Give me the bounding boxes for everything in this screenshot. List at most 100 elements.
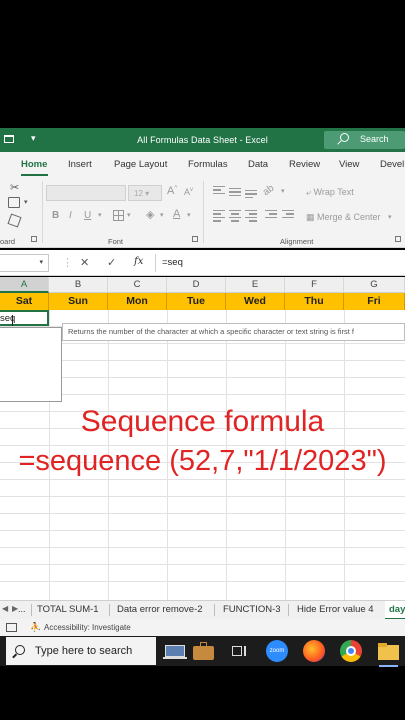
function-tooltip: Returns the number of the character at w… [62, 323, 405, 341]
autocomplete-list[interactable] [0, 327, 62, 402]
screen: ▾ All Formulas Data Sheet - Excel Search… [0, 0, 405, 720]
laptop-icon[interactable] [163, 640, 187, 662]
formula-input[interactable]: =seq [162, 257, 183, 268]
underline-button[interactable]: U [84, 210, 91, 221]
search-icon [15, 645, 25, 655]
tab-data[interactable]: Data [248, 159, 268, 170]
file-explorer-icon[interactable] [377, 640, 399, 667]
taskbar-search[interactable]: Type here to search [6, 637, 156, 665]
sheet-tab[interactable]: Data error remove-2 [117, 604, 203, 615]
divider [214, 604, 215, 616]
sheet-tab[interactable]: Hide Error value 4 [297, 604, 374, 615]
zoom-app-icon[interactable]: zoom [266, 640, 288, 662]
font-color-dropdown-icon[interactable]: ▾ [187, 211, 191, 219]
briefcase-icon[interactable] [192, 640, 214, 662]
column-header-a[interactable]: A [0, 277, 49, 293]
cut-icon[interactable]: ✂ [10, 181, 19, 194]
insert-function-icon[interactable]: fx [134, 256, 143, 267]
align-right-icon[interactable] [245, 210, 257, 224]
tab-page-layout[interactable]: Page Layout [114, 159, 167, 170]
borders-icon[interactable] [113, 210, 124, 221]
font-name-box[interactable] [46, 185, 126, 201]
borders-dropdown-icon[interactable]: ▾ [127, 211, 131, 219]
merge-dropdown-icon[interactable]: ▾ [388, 213, 392, 221]
fill-color-icon[interactable]: ◈ [146, 208, 154, 221]
task-view-icon[interactable] [228, 640, 250, 662]
ribbon-tabs: Home Insert Page Layout Formulas Data Re… [0, 152, 405, 177]
tab-home[interactable]: Home [21, 159, 47, 170]
font-color-icon[interactable]: A [173, 208, 180, 220]
day-header-cell[interactable]: Mon [108, 293, 167, 310]
day-header-cell[interactable]: Sun [49, 293, 108, 310]
format-painter-icon[interactable] [7, 213, 22, 228]
tab-view[interactable]: View [339, 159, 359, 170]
firefox-icon[interactable] [303, 640, 325, 662]
formula-bar: ▾ ⋮ ✕ ✓ fx =seq [0, 250, 405, 276]
name-box[interactable]: ▾ [0, 254, 49, 272]
clipboard-launcher-icon[interactable] [31, 236, 37, 242]
tab-review[interactable]: Review [289, 159, 320, 170]
accessibility-status[interactable]: Accessibility: Investigate [44, 623, 131, 632]
tab-formulas[interactable]: Formulas [188, 159, 228, 170]
day-header-cell[interactable]: Wed [226, 293, 285, 310]
more-sheets-button[interactable]: ... [18, 604, 26, 614]
orientation-dropdown-icon[interactable]: ▾ [281, 187, 285, 195]
merge-center-button[interactable]: ▦ Merge & Center [306, 212, 381, 223]
decrease-font-icon[interactable]: Av [184, 187, 193, 197]
wrap-text-label: Wrap Text [313, 187, 354, 197]
text-cursor [12, 315, 13, 326]
column-header-g[interactable]: G [344, 277, 405, 293]
chrome-icon[interactable] [340, 640, 362, 662]
italic-button[interactable]: I [69, 210, 72, 221]
fill-dropdown-icon[interactable]: ▾ [160, 211, 164, 219]
align-left-icon[interactable] [213, 210, 225, 224]
active-cell[interactable]: seq [0, 310, 49, 326]
underline-dropdown-icon[interactable]: ▾ [98, 211, 102, 219]
scroll-sheets-left-icon[interactable]: ◀ [2, 604, 8, 613]
divider [31, 604, 32, 616]
name-box-dropdown-icon[interactable]: ▾ [39, 258, 43, 266]
cell-mode-icon [6, 623, 17, 632]
column-header-e[interactable]: E [226, 277, 285, 293]
taskbar: Type here to search zoom [0, 636, 405, 667]
decrease-indent-icon[interactable] [265, 210, 277, 220]
font-size-box[interactable]: 12 ▾ [128, 185, 162, 201]
bottom-align-icon[interactable] [245, 190, 257, 200]
top-align-icon[interactable] [213, 186, 225, 196]
font-size-value: 12 [134, 189, 143, 198]
align-center-icon[interactable] [229, 210, 241, 224]
day-header-cell[interactable]: Tue [167, 293, 226, 310]
column-header-c[interactable]: C [108, 277, 167, 293]
day-header-cell[interactable]: Thu [285, 293, 344, 310]
sheet-tab-active[interactable]: day [385, 601, 405, 620]
search-icon [340, 133, 349, 142]
wrap-text-button[interactable]: ⤶ Wrap Text [306, 187, 354, 198]
merge-center-label: Merge & Center [317, 212, 381, 222]
overlay-caption-formula: =sequence (52,7,"1/1/2023") [18, 445, 387, 477]
font-launcher-icon[interactable] [192, 236, 198, 242]
increase-font-icon[interactable]: A^ [167, 185, 177, 197]
worksheet-grid[interactable]: A B C D E F G Sat Sun Mon Tue Wed Thu Fr… [0, 277, 405, 600]
tab-insert[interactable]: Insert [68, 159, 92, 170]
enter-icon[interactable]: ✓ [107, 256, 116, 269]
column-header-b[interactable]: B [49, 277, 108, 293]
sheet-tab[interactable]: FUNCTION-3 [223, 604, 281, 615]
copy-icon[interactable] [8, 197, 20, 208]
day-header-cell[interactable]: Fri [344, 293, 405, 310]
search-box[interactable]: Search [324, 131, 405, 149]
increase-indent-icon[interactable] [282, 210, 294, 220]
ribbon: ✂ ▾ oard 12 ▾ A^ Av B I U ▾ ▾ ◈ ▾ A ▾ Fo… [0, 177, 405, 248]
copy-dropdown-icon[interactable]: ▾ [24, 198, 28, 206]
alignment-launcher-icon[interactable] [395, 236, 401, 242]
cancel-icon[interactable]: ✕ [80, 256, 89, 269]
bold-button[interactable]: B [52, 210, 59, 221]
middle-align-icon[interactable] [229, 188, 241, 198]
column-header-d[interactable]: D [167, 277, 226, 293]
overlay-caption-title: Sequence formula [80, 405, 325, 438]
day-header-cell[interactable]: Sat [0, 293, 49, 310]
orientation-icon[interactable]: ab [261, 183, 276, 198]
column-headers: A B C D E F G [0, 277, 405, 293]
sheet-tab[interactable]: TOTAL SUM-1 [37, 604, 99, 615]
tab-developer[interactable]: Devel [380, 159, 404, 170]
column-header-f[interactable]: F [285, 277, 344, 293]
